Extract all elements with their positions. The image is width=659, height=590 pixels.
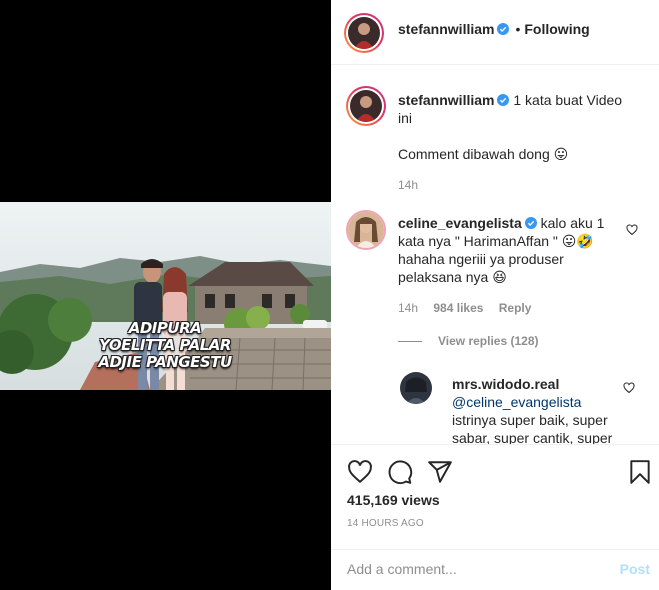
reply-button[interactable]: Reply [499, 301, 532, 315]
share-paper-plane-icon[interactable] [427, 459, 453, 485]
caption-line: 1 kata buat Video [513, 92, 623, 108]
rofl-emoji-icon: 🤣 [576, 233, 594, 249]
laughing-emoji-icon: 😆 [492, 269, 507, 285]
verified-badge-icon [497, 94, 510, 106]
video-caption-overlay: ADIPURA YOELITTA PALAR ADJIE PANGESTU [95, 320, 235, 371]
comment-meta: 14h 984 likes Reply [398, 301, 543, 315]
commenter-avatar[interactable] [400, 372, 432, 404]
comment-time[interactable]: 14h [398, 301, 418, 315]
author-avatar[interactable] [344, 13, 384, 53]
caption-line: Comment dibawah dong [398, 146, 550, 162]
post-caption: stefannwilliam 1 kata buat Video ini Com… [346, 86, 646, 196]
comment-likes[interactable]: 984 likes [433, 301, 483, 315]
caption-line: ini [398, 110, 413, 126]
verified-badge-icon [497, 23, 510, 35]
reply-line: istrinya super baik, super [452, 412, 608, 428]
commenter-username[interactable]: mrs.widodo.real [452, 376, 559, 392]
reply-line: sabar, super cantik, super [452, 430, 613, 444]
caption-time[interactable]: 14h [398, 178, 418, 192]
header-author: stefannwilliam • Following [398, 21, 590, 37]
comment-text: celine_evangelista kalo aku 1 kata nya "… [398, 214, 622, 286]
post-timestamp[interactable]: 14 HOURS AGO [347, 518, 424, 529]
post-panel: stefannwilliam • Following stefannwilliam … [331, 0, 659, 590]
comments-list[interactable]: stefannwilliam 1 kata buat Video ini Com… [331, 66, 659, 444]
video-player[interactable]: ADIPURA YOELITTA PALAR ADJIE PANGESTU [0, 0, 331, 590]
post-header: stefannwilliam • Following [331, 0, 659, 65]
like-heart-icon[interactable] [347, 459, 373, 485]
caption-username[interactable]: stefannwilliam [398, 92, 494, 108]
avatar-image [350, 90, 382, 122]
like-comment-heart-icon[interactable] [626, 224, 638, 236]
caption-meta: 14h [398, 178, 430, 192]
author-avatar[interactable] [346, 86, 386, 126]
save-bookmark-icon[interactable] [627, 459, 653, 485]
comment-line: kalo aku 1 [540, 215, 605, 231]
view-replies-button[interactable]: View replies (128) [398, 334, 539, 348]
video-frame[interactable]: ADIPURA YOELITTA PALAR ADJIE PANGESTU [0, 202, 331, 390]
post-actions: 415,169 views 14 HOURS AGO [331, 444, 659, 549]
video-caption-line: YOELITTA PALAR [99, 336, 231, 354]
mention-link[interactable]: @celine_evangelista [452, 394, 581, 410]
separator-dot: • [515, 21, 521, 37]
caption-text: stefannwilliam 1 kata buat Video ini Com… [398, 91, 638, 163]
tongue-emoji-icon: 😛 [553, 146, 569, 162]
tongue-emoji-icon: 😛 [561, 233, 577, 249]
comment-line: hahaha ngeriii ya produser [398, 251, 564, 267]
following-button[interactable]: Following [524, 21, 589, 37]
reply-text: mrs.widodo.real @celine_evangelista istr… [452, 375, 637, 444]
avatar-image [348, 212, 384, 248]
author-username[interactable]: stefannwilliam [398, 21, 494, 37]
comment-input[interactable]: Add a comment... [347, 561, 457, 577]
add-comment-bar: Add a comment... Post [331, 549, 659, 590]
verified-badge-icon [524, 217, 537, 229]
video-caption-line: ADJIE PANGESTU [98, 353, 232, 371]
reply: mrs.widodo.real @celine_evangelista istr… [400, 372, 645, 444]
commenter-username[interactable]: celine_evangelista [398, 215, 522, 231]
commenter-avatar[interactable] [346, 210, 386, 250]
avatar-image [400, 372, 432, 404]
post-button[interactable]: Post [620, 561, 650, 577]
view-replies-line [398, 341, 422, 343]
view-count[interactable]: 415,169 views [347, 492, 440, 508]
comment-line: kata nya " HarimanAffan " [398, 233, 558, 249]
like-comment-heart-icon[interactable] [623, 382, 635, 394]
avatar-image [348, 17, 380, 49]
video-caption-line: ADIPURA [128, 319, 202, 337]
view-replies-label: View replies (128) [438, 334, 539, 348]
comment-bubble-icon[interactable] [387, 459, 413, 485]
comment-line: pelaksana nya [398, 269, 489, 285]
